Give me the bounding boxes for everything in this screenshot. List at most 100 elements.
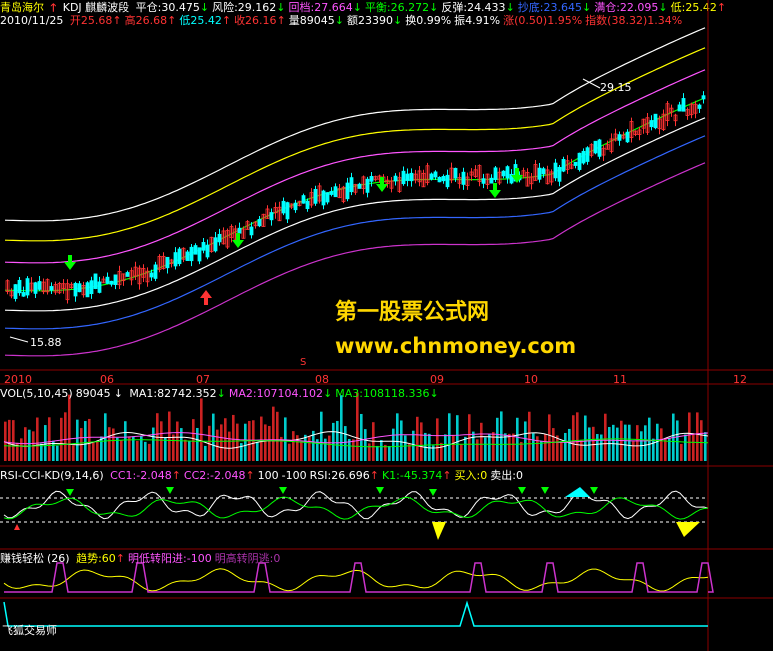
candle-body	[349, 177, 354, 193]
volume-bar	[108, 427, 111, 461]
volume-bar	[524, 421, 527, 461]
volume-bar	[12, 420, 15, 461]
watermark-title: 第一股票公式网	[335, 300, 490, 325]
time-axis-label: 08	[315, 373, 329, 386]
candle-body	[493, 167, 498, 180]
zqqs-param: (26)	[47, 552, 70, 565]
volume-bar	[476, 439, 479, 461]
sell-arrow-icon	[489, 183, 501, 198]
volume-bar	[152, 427, 155, 461]
volume-bar	[344, 426, 347, 461]
candle-body	[77, 283, 82, 293]
volume-bar	[48, 417, 51, 461]
candle-body	[25, 278, 30, 296]
candle-body	[113, 274, 118, 286]
rsi-item: CC2:-2.048	[183, 469, 246, 482]
rsi-item: 100	[257, 469, 279, 482]
rsi-signal-icon	[279, 487, 287, 494]
volume-bar	[696, 412, 699, 461]
volume-bar	[64, 412, 67, 461]
trader-signal-line	[3, 600, 708, 627]
candle-body	[85, 282, 90, 298]
volume-bar	[420, 422, 423, 461]
volume-bar	[352, 439, 355, 461]
candle-body	[313, 188, 318, 204]
high-label: 29.15	[600, 81, 632, 94]
volume-bar	[508, 433, 511, 461]
down-arrow-icon: ↓	[216, 387, 226, 400]
candle-body	[461, 171, 466, 185]
vol-ma-item: MA1:82742.352	[129, 387, 217, 400]
volume-bar	[364, 429, 367, 461]
candle-body	[625, 131, 630, 143]
volume-bar	[516, 417, 519, 461]
volume-bar	[192, 419, 195, 461]
volume-bar	[136, 440, 139, 461]
volume-bar	[76, 419, 79, 461]
volume-bar	[512, 433, 515, 461]
zqqs-item: 明低转阳进:-100	[128, 552, 212, 565]
rsi-signal-icon	[429, 489, 437, 496]
volume-bar	[264, 424, 267, 461]
up-arrow-icon: ↑	[245, 469, 255, 482]
s-marker: S	[300, 357, 307, 368]
high-pointer	[582, 78, 601, 89]
volume-bar	[496, 417, 499, 461]
volume-bar	[168, 411, 171, 461]
time-axis-label: 2010	[4, 373, 32, 386]
vol-name[interactable]: VOL(5,10,45)	[0, 387, 73, 400]
volume-bar	[120, 440, 123, 461]
zqqs-header: 赚钱轻松 (26) 趋势:60↑ 明低转阳进:-100 明高转阴逃:0	[0, 552, 286, 565]
volume-bar	[56, 445, 59, 461]
time-axis-label: 11	[613, 373, 627, 386]
candle-body	[445, 174, 450, 188]
volume-bar	[160, 421, 163, 461]
rsi-name[interactable]: RSI-CCI-KD(9,14,6)	[0, 469, 104, 482]
volume-bar	[268, 425, 271, 461]
rsi-item: K1:-45.374	[381, 469, 443, 482]
time-axis-label: 09	[430, 373, 444, 386]
zqqs-item: 明高转阴逃:0	[214, 552, 281, 565]
volume-bar	[628, 424, 631, 461]
candle-body	[17, 279, 22, 294]
candle-body	[677, 104, 682, 112]
volume-bar	[592, 426, 595, 461]
volume-bar	[272, 406, 275, 461]
volume-bar	[376, 445, 379, 461]
volume-bar	[112, 428, 115, 461]
candle-body	[557, 166, 562, 182]
candle-body	[281, 200, 286, 214]
volume-bar	[600, 434, 603, 461]
candle-body	[681, 98, 686, 112]
volume-bar	[612, 424, 615, 461]
volume-bar	[356, 392, 359, 461]
volume-bar	[676, 420, 679, 461]
rsi-signal-icon	[541, 487, 549, 494]
volume-bar	[212, 413, 215, 461]
low-label: 15.88	[30, 336, 62, 349]
candle-body	[581, 150, 586, 164]
candle-body	[301, 195, 306, 204]
time-axis-label: 10	[524, 373, 538, 386]
volume-bar	[388, 445, 391, 461]
volume-bar	[332, 422, 335, 461]
rsi-signal-icon	[66, 489, 74, 496]
volume-bar	[692, 433, 695, 461]
candle-body	[89, 280, 94, 295]
candle-body	[365, 178, 370, 193]
candle-body	[653, 113, 658, 129]
candle-body	[37, 281, 42, 290]
volume-bar	[556, 435, 559, 461]
zqqs-name[interactable]: 赚钱轻松	[0, 552, 44, 565]
candle-body	[189, 246, 194, 262]
footer-label: 飞狐交易师	[2, 624, 57, 637]
volume-bar	[444, 434, 447, 461]
watermark-url: www.chnmoney.com	[335, 334, 577, 358]
volume-bar	[404, 435, 407, 461]
candle-body	[165, 256, 170, 269]
volume-bar	[380, 440, 383, 461]
trend-signal-line	[4, 562, 714, 593]
volume-bar	[88, 418, 91, 461]
time-axis-label: 07	[196, 373, 210, 386]
volume-bar	[196, 427, 199, 461]
